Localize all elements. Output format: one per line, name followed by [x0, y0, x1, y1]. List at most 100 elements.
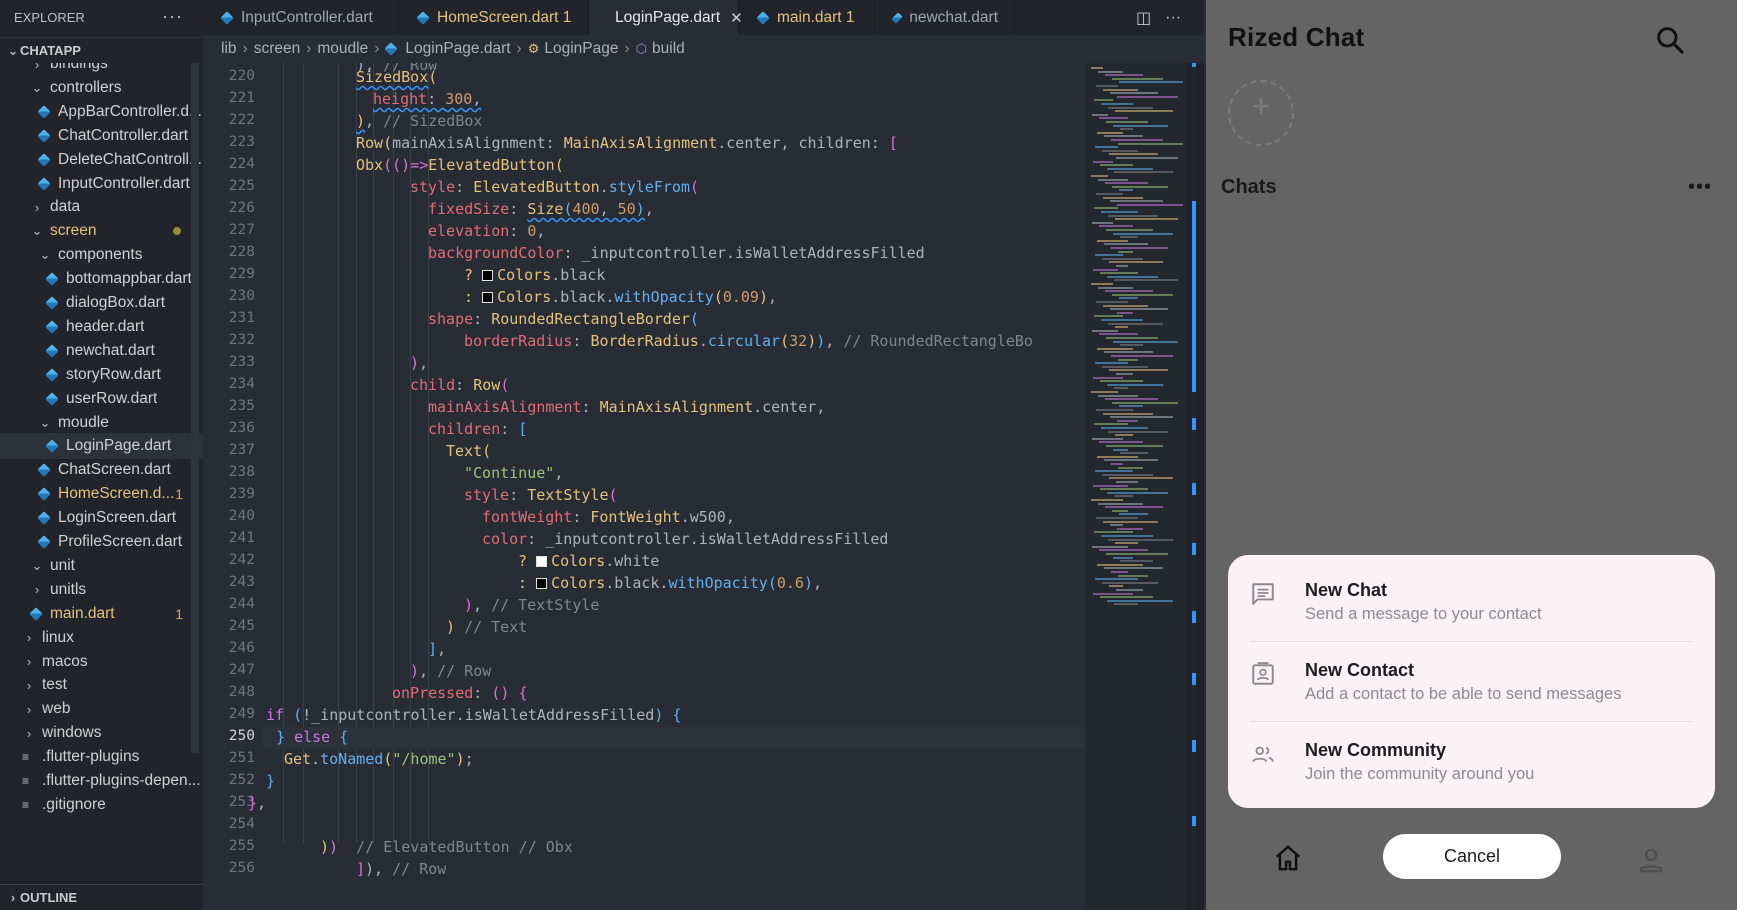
tab-3[interactable]: main.dart 1: [739, 0, 875, 35]
minimap-line: [1096, 85, 1118, 87]
minimap-line: [1118, 250, 1133, 253]
tab-label: newchat.dart: [909, 8, 998, 26]
tab-4[interactable]: newchat.dart: [875, 0, 1015, 35]
tab-1[interactable]: HomeScreen.dart 1: [399, 0, 589, 35]
tree-file[interactable]: AppBarController.d...: [0, 99, 203, 125]
minimap-line: [1114, 387, 1128, 390]
tree-file[interactable]: ≡ .flutter-plugins: [0, 744, 203, 770]
tree-file[interactable]: newchat.dart: [0, 338, 203, 364]
breadcrumb-item[interactable]: LoginPage: [544, 40, 618, 58]
breadcrumb-item[interactable]: screen: [254, 40, 301, 58]
minimap-line: [1110, 92, 1158, 95]
minimap-line: [1116, 481, 1138, 483]
minimap-line: [1106, 553, 1168, 555]
tree-file[interactable]: LoginScreen.dart: [0, 505, 203, 531]
indent-guide: [356, 63, 357, 843]
add-story-button[interactable]: +: [1228, 80, 1294, 146]
minimap-line: [1104, 135, 1143, 138]
tree-file[interactable]: ≡ .flutter-plugins-depen...: [0, 768, 203, 794]
tree-folder[interactable]: › test: [0, 672, 203, 698]
tree-folder[interactable]: › macos: [0, 649, 203, 675]
tree-item-label: main.dart: [50, 604, 115, 622]
tree-file[interactable]: LoginPage.dart: [0, 433, 203, 460]
tree-folder[interactable]: › windows: [0, 720, 203, 746]
minimap-line: [1108, 322, 1163, 325]
tree-file[interactable]: main.dart 1: [0, 601, 203, 627]
minimap-line: [1111, 571, 1128, 573]
new-contact-option[interactable]: New Contact Add a contact to be able to …: [1228, 635, 1715, 715]
split-editor-icon[interactable]: ◫: [1136, 8, 1151, 28]
tree-file[interactable]: bottomappbar.dart: [0, 266, 203, 292]
home-icon[interactable]: [1273, 843, 1303, 873]
minimap-line: [1109, 369, 1168, 372]
minimap-line: [1112, 185, 1168, 188]
tree-file[interactable]: userRow.dart: [0, 386, 203, 412]
tree-file[interactable]: ≡ .gitignore: [0, 792, 203, 818]
explorer-more-button[interactable]: ···: [162, 6, 183, 27]
person-icon[interactable]: [1636, 845, 1666, 875]
tree-folder[interactable]: ⌄ unit: [0, 553, 203, 579]
tree-folder[interactable]: ⌄ components: [0, 242, 203, 268]
tree-folder[interactable]: ⌄ screen: [0, 218, 203, 244]
minimap-line: [1118, 142, 1183, 145]
minimap-line: [1091, 283, 1113, 285]
minimap-line: [1100, 164, 1133, 167]
tree-item-label: screen: [50, 222, 97, 240]
minimap-line: [1120, 560, 1153, 563]
minimap-line: [1105, 74, 1143, 77]
tree-item-label: bottomappbar.dart: [66, 270, 192, 288]
new-contact-subtitle: Add a contact to be able to send message…: [1305, 685, 1622, 703]
minimap-line: [1112, 77, 1163, 80]
breadcrumb-item[interactable]: lib: [221, 40, 237, 58]
tree-folder[interactable]: › linux: [0, 625, 203, 651]
tab-label: InputController.dart: [241, 8, 373, 26]
minimap-line: [1114, 171, 1173, 174]
minimap-line: [1097, 131, 1123, 134]
chevron-right-icon: ›: [26, 654, 32, 669]
tree-item-label: windows: [42, 724, 102, 742]
tree-folder[interactable]: ⌄ controllers: [0, 75, 203, 101]
cancel-button[interactable]: Cancel: [1383, 834, 1561, 879]
minimap-line: [1098, 394, 1138, 397]
tab-label: main.dart 1: [777, 8, 855, 26]
more-actions-icon[interactable]: ···: [1165, 9, 1181, 27]
tab-2[interactable]: LoginPage.dart ✕: [589, 0, 743, 35]
workspace-section-header[interactable]: ⌄ CHATAPP: [0, 37, 203, 63]
tree-folder[interactable]: › web: [0, 696, 203, 722]
tree-file[interactable]: ProfileScreen.dart: [0, 529, 203, 555]
tree-folder[interactable]: › data: [0, 194, 203, 220]
new-chat-option[interactable]: New Chat Send a message to your contact: [1228, 555, 1715, 635]
minimap-line: [1119, 297, 1138, 300]
search-icon[interactable]: [1654, 24, 1686, 56]
outline-section-header[interactable]: › OUTLINE: [0, 884, 203, 910]
tree-folder[interactable]: › unitls: [0, 577, 203, 603]
minimap[interactable]: [1085, 63, 1187, 910]
tree-file[interactable]: ChatScreen.dart: [0, 457, 203, 483]
tab-0[interactable]: InputController.dart: [203, 0, 399, 35]
breadcrumb-item[interactable]: LoginPage.dart: [405, 40, 510, 58]
tree-file[interactable]: dialogBox.dart: [0, 290, 203, 316]
new-community-option[interactable]: New Community Join the community around …: [1228, 715, 1715, 795]
tree-file[interactable]: InputController.dart: [0, 171, 203, 197]
tree-item-label: components: [58, 246, 143, 264]
dart-file-icon: [756, 10, 770, 25]
editor-scrollbar[interactable]: [1192, 63, 1196, 910]
minimap-line: [1119, 81, 1183, 84]
tree-item-label: linux: [42, 628, 74, 646]
minimap-line: [1106, 337, 1158, 339]
tree-file[interactable]: storyRow.dart: [0, 362, 203, 388]
breadcrumb-item[interactable]: moudle: [317, 40, 368, 58]
tree-item-label: dialogBox.dart: [66, 294, 166, 311]
chats-more-button[interactable]: •••: [1688, 176, 1712, 199]
minimap-line: [1113, 232, 1173, 235]
breadcrumb-item[interactable]: build: [652, 40, 685, 58]
minimap-line: [1099, 549, 1148, 552]
code-editor[interactable]: 220 221 222 223 224 225 226 227 228 229 230 231 232 2…: [203, 63, 1088, 910]
code-area[interactable]: ), // Row SizedBox( height: 300, ), // S…: [203, 63, 1088, 910]
tree-folder[interactable]: ⌄ moudle: [0, 410, 203, 436]
tree-file[interactable]: DeleteChatControll...: [0, 147, 203, 173]
tree-file[interactable]: ChatController.dart: [0, 123, 203, 149]
sidebar-scrollbar[interactable]: [191, 63, 199, 753]
tree-file[interactable]: HomeScreen.d... 1: [0, 481, 203, 507]
tree-file[interactable]: header.dart: [0, 314, 203, 340]
